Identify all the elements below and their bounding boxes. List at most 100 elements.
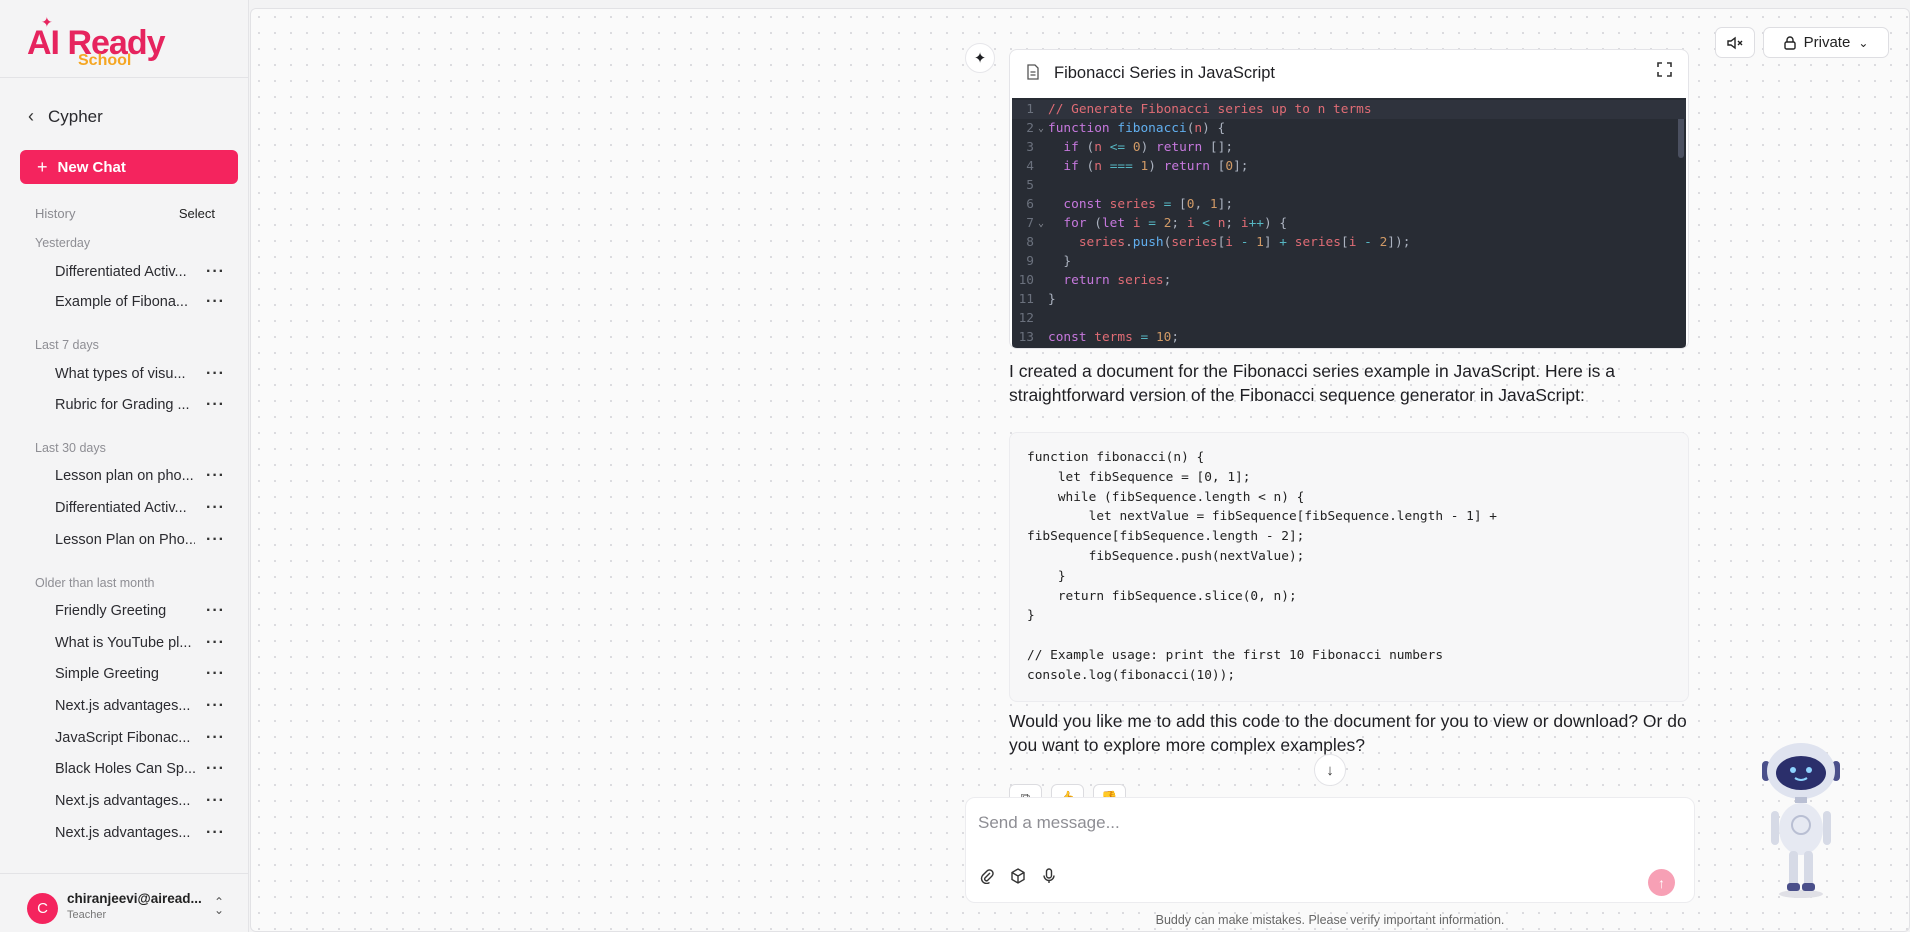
assistant-title: Cypher: [48, 106, 103, 126]
history-item-label: Simple Greeting: [55, 666, 159, 682]
more-icon[interactable]: ···: [206, 263, 225, 281]
history-item[interactable]: Next.js advantages... ···: [55, 694, 225, 718]
fullscreen-icon[interactable]: [1657, 62, 1672, 82]
history-item-label: What is YouTube pl...: [55, 635, 192, 651]
group-label-last-30-days: Last 30 days: [35, 441, 106, 455]
select-button[interactable]: Select: [179, 206, 215, 221]
code-line: 6 const series = [0, 1];: [1026, 197, 1234, 212]
more-icon[interactable]: ···: [206, 634, 225, 652]
more-icon[interactable]: ···: [206, 792, 225, 810]
history-item[interactable]: Rubric for Grading ... ···: [55, 393, 225, 417]
chevron-down-icon: ⌄: [1858, 35, 1869, 50]
code-line: 8 series.push(series[i - 1] + series[i -…: [1026, 235, 1411, 250]
history-item[interactable]: Black Holes Can Sp... ···: [55, 757, 225, 781]
more-icon[interactable]: ···: [206, 760, 225, 778]
disclaimer: Buddy can make mistakes. Please verify i…: [1155, 913, 1505, 927]
history-item[interactable]: Example of Fibona... ···: [55, 290, 225, 314]
microphone-icon[interactable]: [1042, 868, 1056, 888]
message-composer: ↑: [965, 797, 1695, 903]
history-item[interactable]: Next.js advantages... ···: [55, 789, 225, 813]
document-header: Fibonacci Series in JavaScript: [1010, 50, 1688, 97]
more-icon[interactable]: ···: [206, 293, 225, 311]
user-role: Teacher: [67, 909, 107, 921]
history-item[interactable]: Differentiated Activ... ···: [55, 260, 225, 284]
code-line: 9 }: [1026, 254, 1072, 269]
paperclip-icon[interactable]: [980, 868, 994, 888]
history-item[interactable]: Lesson plan on pho... ···: [55, 464, 225, 488]
history-item-label: Lesson plan on pho...: [55, 468, 194, 484]
document-card[interactable]: Fibonacci Series in JavaScript 1// Gener…: [1009, 49, 1689, 349]
scroll-down-button[interactable]: ↓: [1314, 754, 1346, 786]
group-label-last-7-days: Last 7 days: [35, 338, 99, 352]
assistant-avatar: ✦: [965, 43, 995, 73]
brand-logo[interactable]: ✦ AI Ready School: [27, 14, 167, 74]
history-item-label: Next.js advantages...: [55, 793, 191, 809]
code-line: 13 const terms = 10;: [1018, 330, 1180, 345]
plus-icon: +: [37, 156, 48, 177]
arrow-up-icon: ↑: [1658, 874, 1665, 891]
divider: [0, 77, 249, 78]
more-icon[interactable]: ···: [206, 729, 225, 747]
more-icon[interactable]: ···: [206, 824, 225, 842]
history-item[interactable]: Friendly Greeting ···: [55, 599, 225, 623]
sidebar: ✦ AI Ready School ‹ Cypher + New Chat Hi…: [0, 0, 249, 932]
arrow-down-icon: ↓: [1326, 761, 1334, 779]
code-line: 3 if (n <= 0) return [];: [1026, 140, 1234, 155]
history-item-label: Differentiated Activ...: [55, 264, 187, 280]
more-icon[interactable]: ···: [206, 697, 225, 715]
history-item-label: Lesson Plan on Pho...: [55, 532, 195, 548]
more-icon[interactable]: ···: [206, 467, 225, 485]
history-item[interactable]: JavaScript Fibonac... ···: [55, 726, 225, 750]
history-item-label: Differentiated Activ...: [55, 500, 187, 516]
more-icon[interactable]: ···: [206, 365, 225, 383]
assistant-followup: Would you like me to add this code to th…: [1009, 711, 1687, 755]
divider: [0, 873, 249, 874]
history-item[interactable]: Lesson Plan on Pho... ···: [55, 528, 225, 552]
cube-icon[interactable]: [1010, 868, 1026, 888]
code-line: 7 ⌄ for (let i = 2; i < n; i++) {: [1026, 216, 1288, 231]
code-line: 5: [1026, 178, 1034, 193]
user-menu[interactable]: C chiranjeevi@airead... Teacher ⌃ ⌄: [0, 878, 249, 932]
visibility-select[interactable]: Private ⌄: [1763, 27, 1889, 58]
code-line: 11}: [1018, 292, 1056, 307]
new-chat-button[interactable]: + New Chat: [20, 150, 238, 184]
code-editor[interactable]: 1// Generate Fibonacci series up to n te…: [1012, 98, 1686, 348]
history-item-label: Next.js advantages...: [55, 825, 191, 841]
history-item[interactable]: What is YouTube pl... ···: [55, 631, 225, 655]
mute-button[interactable]: [1715, 27, 1755, 58]
history-item-label: What types of visu...: [55, 366, 186, 382]
history-item-label: Next.js advantages...: [55, 698, 191, 714]
top-controls: Private ⌄: [1715, 27, 1889, 58]
code-line: 12: [1018, 311, 1034, 326]
history-item[interactable]: Simple Greeting ···: [55, 662, 225, 686]
code-line: 10 return series;: [1018, 273, 1172, 288]
more-icon[interactable]: ···: [206, 396, 225, 414]
more-icon[interactable]: ···: [206, 602, 225, 620]
history-label: History: [35, 206, 76, 221]
history-item-label: Example of Fibona...: [55, 294, 188, 310]
history-item[interactable]: What types of visu... ···: [55, 362, 225, 386]
group-label-yesterday: Yesterday: [35, 236, 91, 250]
composer-tools: [980, 868, 1056, 888]
chevron-up-down-icon: ⌃ ⌄: [214, 895, 225, 917]
back-nav[interactable]: ‹ Cypher: [28, 106, 103, 127]
more-icon[interactable]: ···: [206, 531, 225, 549]
assistant-message: I created a document for the Fibonacci s…: [1009, 361, 1615, 405]
document-title: Fibonacci Series in JavaScript: [1054, 64, 1276, 82]
more-icon[interactable]: ···: [206, 499, 225, 517]
history-item[interactable]: Next.js advantages... ···: [55, 821, 225, 845]
new-chat-label: New Chat: [57, 158, 126, 176]
code-line: 4 if (n === 1) return [0];: [1026, 159, 1249, 174]
history-item[interactable]: Differentiated Activ... ···: [55, 496, 225, 520]
chevron-left-icon: ‹: [28, 106, 34, 126]
robot-mascot-icon[interactable]: [1756, 739, 1846, 899]
speaker-muted-icon: [1727, 36, 1743, 49]
history-item-label: JavaScript Fibonac...: [55, 730, 191, 746]
sparkles-icon: ✦: [973, 50, 987, 67]
chat-area: Private ⌄ ✦ Fibonacci Series in JavaScri…: [250, 8, 1910, 932]
message-input[interactable]: [978, 810, 1668, 836]
user-email: chiranjeevi@airead...: [67, 891, 202, 906]
send-button[interactable]: ↑: [1648, 869, 1675, 896]
visibility-label: Private: [1803, 34, 1851, 51]
more-icon[interactable]: ···: [206, 665, 225, 683]
